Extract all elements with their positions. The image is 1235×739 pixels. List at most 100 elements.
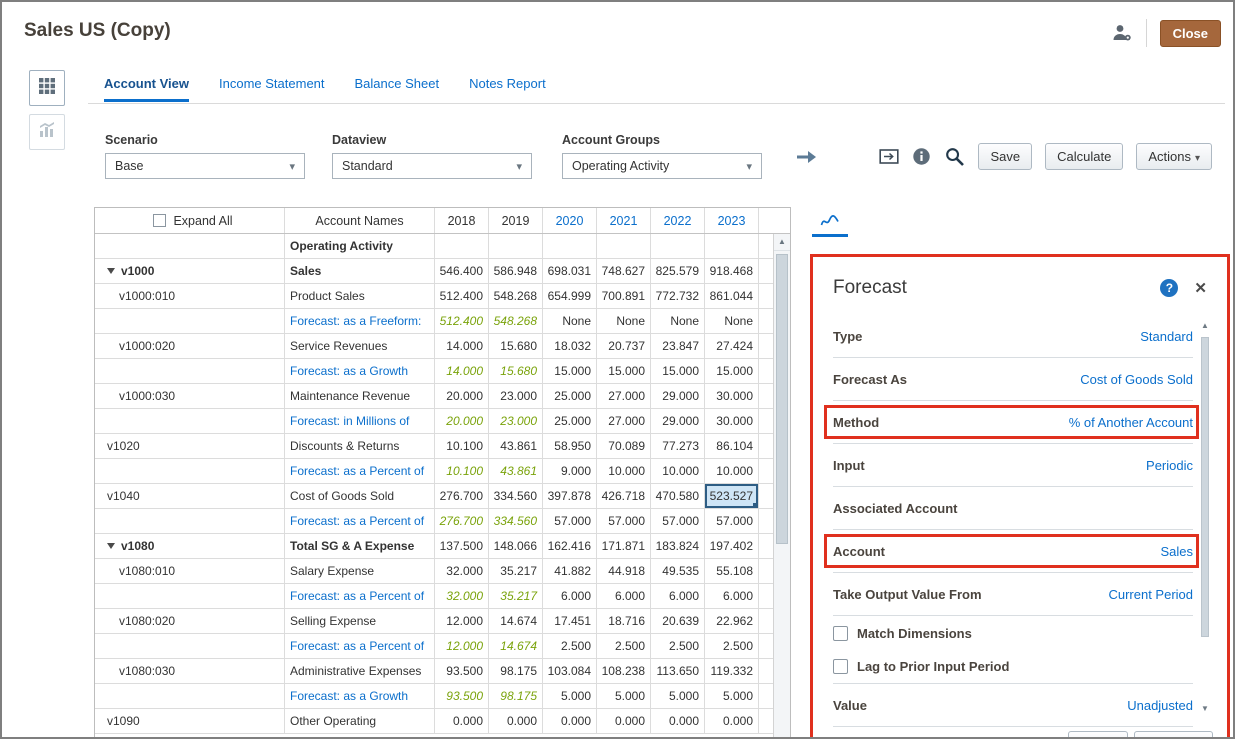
value-cell[interactable]: 15.000 [597,359,651,383]
value-cell[interactable]: 35.217 [489,584,543,608]
value-cell[interactable] [489,234,543,258]
forecast-method-link[interactable]: Forecast: as a Growth [290,364,408,378]
panel-scrollbar-thumb[interactable] [1201,337,1209,637]
value-cell[interactable]: 523.527 [705,484,759,508]
tab-account-view[interactable]: Account View [104,76,189,102]
info-icon[interactable] [912,147,931,166]
search-icon[interactable] [944,146,965,167]
value-cell[interactable]: 772.732 [651,284,705,308]
value-cell[interactable]: 70.089 [597,434,651,458]
value-cell[interactable]: 58.950 [543,434,597,458]
year-header-2020[interactable]: 2020 [543,208,597,233]
value-cell[interactable]: 15.000 [543,359,597,383]
value-cell[interactable]: 103.084 [543,659,597,683]
value-cell[interactable]: 2.500 [705,634,759,658]
value-cell[interactable]: 57.000 [543,509,597,533]
value-cell[interactable]: 197.402 [705,534,759,558]
value-cell[interactable]: 35.217 [489,559,543,583]
value-cell[interactable]: 49.535 [651,559,705,583]
value-cell[interactable]: None [705,309,759,333]
value-cell[interactable]: 20.737 [597,334,651,358]
field-value[interactable]: Periodic [1146,458,1193,473]
field-value[interactable]: Cost of Goods Sold [1080,372,1193,387]
value-cell[interactable]: 20.639 [651,609,705,633]
field-value[interactable]: % of Another Account [1069,415,1193,430]
field-value[interactable]: Unadjusted [1127,698,1193,713]
value-cell[interactable]: 23.000 [489,384,543,408]
value-cell[interactable]: 586.948 [489,259,543,283]
forecast-method-link[interactable]: Forecast: as a Growth [290,689,408,703]
year-header-2018[interactable]: 2018 [435,208,489,233]
help-icon[interactable]: ? [1160,279,1178,297]
value-cell[interactable]: 512.400 [435,284,489,308]
value-cell[interactable]: 30.000 [705,409,759,433]
scenario-select[interactable]: Base ▾ [105,153,305,179]
forecast-method-link[interactable]: Forecast: as a Percent of [290,464,424,478]
value-cell[interactable]: 183.824 [651,534,705,558]
apply-button[interactable]: Apply [1068,731,1128,739]
value-cell[interactable]: 861.044 [705,284,759,308]
value-cell[interactable]: 426.718 [597,484,651,508]
value-cell[interactable]: 17.451 [543,609,597,633]
value-cell[interactable]: 6.000 [651,584,705,608]
value-cell[interactable]: 2.500 [543,634,597,658]
forecast-method-link[interactable]: Forecast: as a Percent of [290,514,424,528]
value-cell[interactable]: 12.000 [435,634,489,658]
value-cell[interactable]: 25.000 [543,409,597,433]
value-cell[interactable]: 748.627 [597,259,651,283]
value-cell[interactable]: 98.175 [489,659,543,683]
value-cell[interactable]: 30.000 [705,384,759,408]
value-cell[interactable]: 93.500 [435,659,489,683]
expand-all-checkbox[interactable] [153,214,166,227]
value-cell[interactable]: 20.000 [435,409,489,433]
forecast-panel-tab[interactable] [812,213,848,237]
value-cell[interactable]: 6.000 [705,584,759,608]
value-cell[interactable]: 470.580 [651,484,705,508]
value-cell[interactable]: 29.000 [651,384,705,408]
value-cell[interactable]: 5.000 [597,684,651,708]
value-cell[interactable]: 98.175 [489,684,543,708]
value-cell[interactable]: 5.000 [543,684,597,708]
value-cell[interactable]: 15.000 [705,359,759,383]
value-cell[interactable]: 700.891 [597,284,651,308]
value-cell[interactable] [543,234,597,258]
value-cell[interactable]: 15.000 [651,359,705,383]
value-cell[interactable]: 23.847 [651,334,705,358]
field-value[interactable]: Sales [1160,544,1193,559]
value-cell[interactable]: 9.000 [543,459,597,483]
value-cell[interactable]: 113.650 [651,659,705,683]
value-cell[interactable]: 20.000 [435,384,489,408]
value-cell[interactable]: 548.268 [489,284,543,308]
grid-scrollbar[interactable]: ▲ [773,234,790,739]
value-cell[interactable]: 27.000 [597,409,651,433]
collapse-twisty-icon[interactable] [107,543,115,549]
value-cell[interactable]: 5.000 [705,684,759,708]
value-cell[interactable]: 698.031 [543,259,597,283]
chart-view-button[interactable] [29,114,65,150]
value-cell[interactable]: 93.500 [435,684,489,708]
value-cell[interactable]: 23.000 [489,409,543,433]
value-cell[interactable] [597,234,651,258]
value-cell[interactable]: 44.918 [597,559,651,583]
value-cell[interactable]: 119.332 [705,659,759,683]
value-cell[interactable]: 148.066 [489,534,543,558]
year-header-2019[interactable]: 2019 [489,208,543,233]
checkbox-match-dimensions[interactable] [833,626,848,641]
checkbox-lag-to-prior-input-period[interactable] [833,659,848,674]
forecast-method-link[interactable]: Forecast: as a Percent of [290,639,424,653]
value-cell[interactable] [435,234,489,258]
value-cell[interactable]: 10.100 [435,459,489,483]
value-cell[interactable]: 25.000 [543,384,597,408]
tab-income-statement[interactable]: Income Statement [219,76,325,102]
value-cell[interactable]: 548.268 [489,309,543,333]
value-cell[interactable]: 6.000 [597,584,651,608]
value-cell[interactable]: 10.000 [597,459,651,483]
year-header-2021[interactable]: 2021 [597,208,651,233]
tab-balance-sheet[interactable]: Balance Sheet [355,76,440,102]
value-cell[interactable]: 0.000 [435,709,489,733]
apply-to-button[interactable]: Apply To [1134,731,1213,739]
user-settings-icon[interactable] [1111,23,1133,43]
value-cell[interactable]: None [543,309,597,333]
value-cell[interactable]: 57.000 [597,509,651,533]
value-cell[interactable]: 0.000 [489,709,543,733]
